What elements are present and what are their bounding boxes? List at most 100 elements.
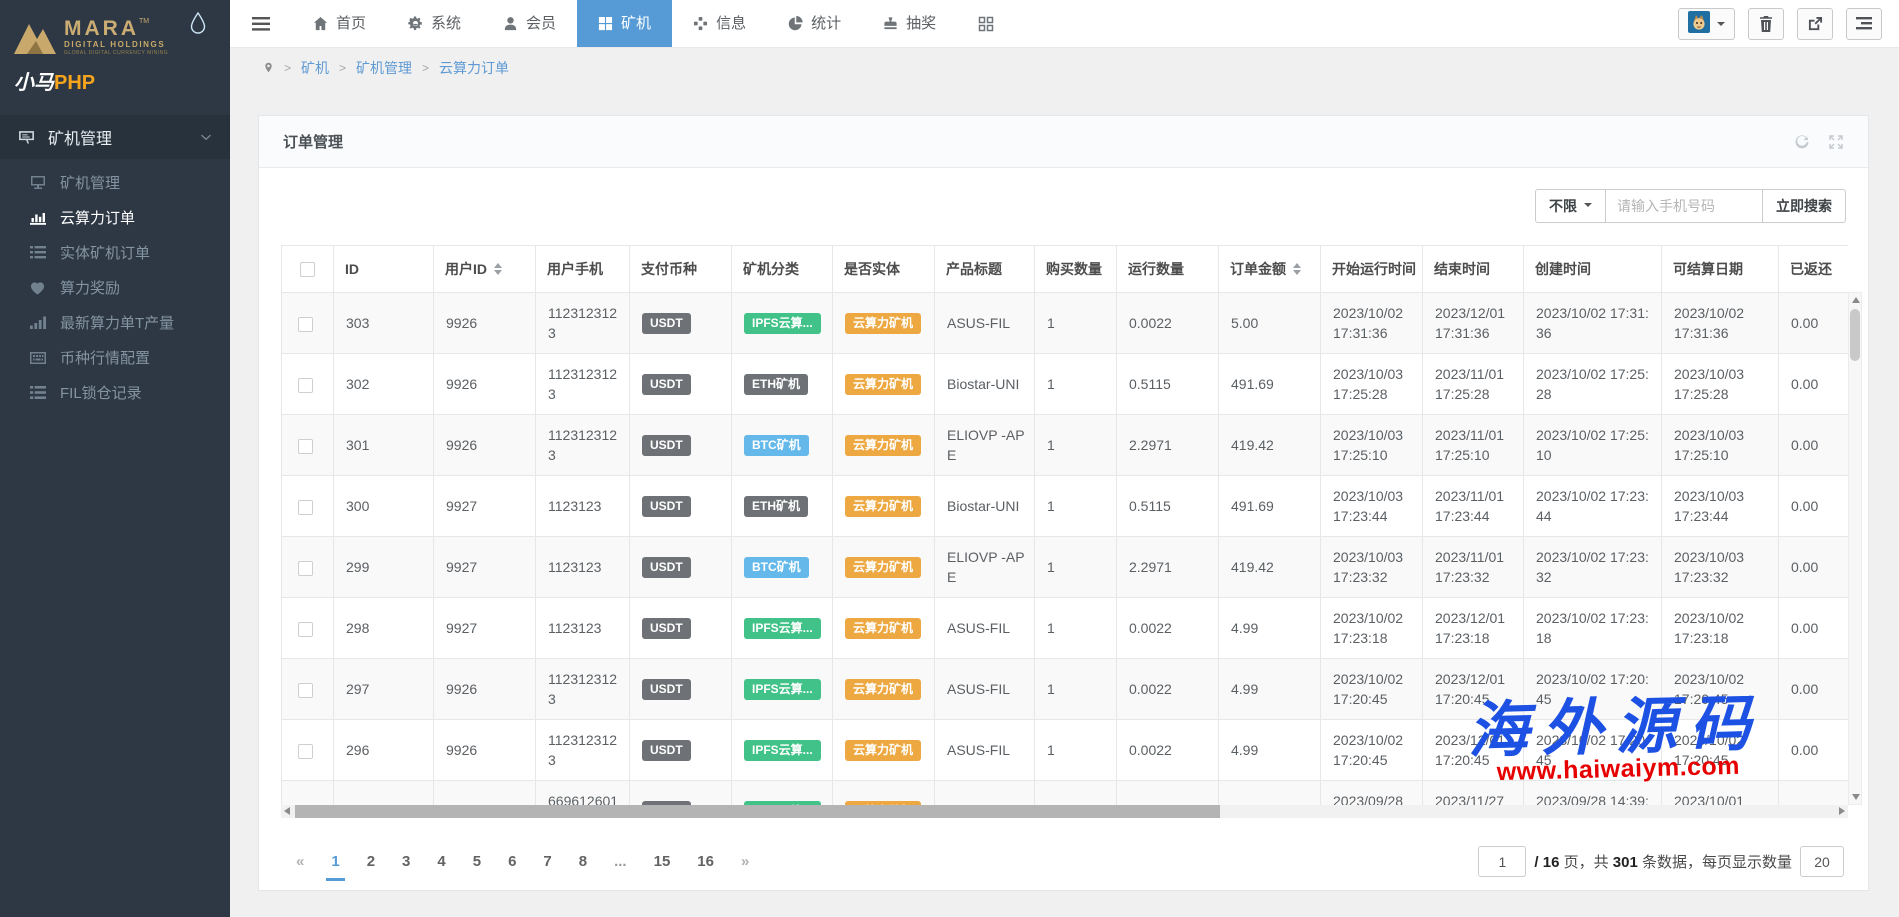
nav-item-stats[interactable]: 统计 <box>767 0 862 47</box>
scroll-down-arrow-icon[interactable] <box>1852 794 1860 800</box>
page-16[interactable]: 16 <box>697 853 714 870</box>
page-3[interactable]: 3 <box>402 853 410 870</box>
row-checkbox[interactable] <box>298 378 313 393</box>
page-ellipsis: ... <box>614 853 627 870</box>
sidebar-item-entity-order[interactable]: 实体矿机订单 <box>0 235 230 270</box>
table-row: 303 9926 1123123123 USDT IPFS云算... 云算力矿机… <box>282 293 1849 354</box>
row-checkbox[interactable] <box>298 622 313 637</box>
signal-icon <box>30 316 48 329</box>
hamburger-icon[interactable] <box>230 0 292 47</box>
nav-item-member[interactable]: 会员 <box>482 0 577 47</box>
coin-badge: USDT <box>642 496 691 517</box>
sidebar-item-fil-lock[interactable]: FIL锁仓记录 <box>0 375 230 410</box>
page-2[interactable]: 2 <box>367 853 375 870</box>
home-icon <box>313 16 328 31</box>
column-user-id[interactable]: 用户ID <box>434 246 536 293</box>
nav-item-apps[interactable] <box>957 0 1015 47</box>
page-8[interactable]: 8 <box>579 853 587 870</box>
brand-subtitle: DIGITAL HOLDINGS <box>64 41 168 49</box>
panel-tools <box>1794 134 1844 150</box>
nav-item-home[interactable]: 首页 <box>292 0 387 47</box>
caret-down-icon <box>1717 22 1725 30</box>
page-size-input[interactable] <box>1800 846 1844 877</box>
column-category: 矿机分类 <box>732 246 833 293</box>
vertical-scroll-thumb[interactable] <box>1850 309 1860 361</box>
brand-logo: MARATM DIGITAL HOLDINGS GLOBAL DIGITAL C… <box>12 18 216 61</box>
chevron-down-icon <box>200 131 212 143</box>
column-title: 产品标题 <box>935 246 1035 293</box>
coin-badge: USDT <box>642 435 691 456</box>
select-all-checkbox[interactable] <box>300 262 315 277</box>
breadcrumb-link[interactable]: 云算力订单 <box>439 58 509 78</box>
page-7[interactable]: 7 <box>543 853 551 870</box>
panel-title: 订单管理 <box>283 131 343 152</box>
breadcrumb-link[interactable]: 矿机管理 <box>356 58 412 78</box>
row-checkbox[interactable] <box>298 317 313 332</box>
caret-down-icon <box>1584 203 1592 211</box>
category-badge: ETH矿机 <box>744 496 808 517</box>
scroll-up-arrow-icon[interactable] <box>1852 297 1860 303</box>
search-submit-button[interactable]: 立即搜索 <box>1762 189 1846 223</box>
trash-button[interactable] <box>1748 8 1784 40</box>
column-amount[interactable]: 订单金额 <box>1219 246 1321 293</box>
external-link-button[interactable] <box>1797 8 1833 40</box>
vertical-scrollbar[interactable] <box>1848 292 1862 805</box>
log-button[interactable] <box>1846 8 1882 40</box>
pagination-info: / 16 页，共 301 条数据，每页显示数量 <box>1478 846 1844 877</box>
user-menu-button[interactable] <box>1678 8 1735 40</box>
page-next[interactable]: » <box>741 853 749 870</box>
bar-chart-icon <box>30 211 48 225</box>
monitor-icon <box>30 176 48 190</box>
topnav-items: 首页 系统 会员 矿机 信息 统计 抽奖 <box>292 0 1015 47</box>
refresh-icon[interactable] <box>1794 134 1810 150</box>
row-checkbox[interactable] <box>298 439 313 454</box>
phone-search-input[interactable] <box>1605 189 1763 223</box>
sort-icon <box>1293 263 1301 275</box>
page-5[interactable]: 5 <box>473 853 481 870</box>
nav-item-lottery[interactable]: 抽奖 <box>862 0 957 47</box>
sidebar-item-latest-output[interactable]: 最新算力单T产量 <box>0 305 230 340</box>
page-prev[interactable]: « <box>296 853 304 870</box>
current-page-input[interactable] <box>1478 846 1526 877</box>
sidebar-item-miner-manage[interactable]: 矿机管理 <box>0 165 230 200</box>
row-checkbox[interactable] <box>298 500 313 515</box>
table-row: 296 9926 1123123123 USDT IPFS云算... 云算力矿机… <box>282 720 1849 781</box>
category-badge: IPFS云算... <box>744 313 821 334</box>
breadcrumb-link[interactable]: 矿机 <box>301 58 329 78</box>
page-6[interactable]: 6 <box>508 853 516 870</box>
horizontal-scrollbar[interactable] <box>281 805 1848 818</box>
entity-badge: 云算力矿机 <box>845 679 921 700</box>
sidebar-item-power-reward[interactable]: 算力奖励 <box>0 270 230 305</box>
row-checkbox[interactable] <box>298 561 313 576</box>
row-checkbox[interactable] <box>298 744 313 759</box>
map-marker-icon <box>263 60 274 75</box>
nav-item-system[interactable]: 系统 <box>387 0 482 47</box>
total-pages: 16 <box>1543 854 1560 871</box>
coin-badge: USDT <box>642 374 691 395</box>
sidebar-item-cloud-order[interactable]: 云算力订单 <box>0 200 230 235</box>
page-1[interactable]: 1 <box>331 853 339 870</box>
topnav-buttons <box>1748 8 1882 40</box>
scroll-right-arrow-icon[interactable] <box>1839 807 1845 815</box>
scroll-left-arrow-icon[interactable] <box>284 807 290 815</box>
order-panel: 订单管理 不限 立即搜索 <box>258 115 1869 891</box>
column-id: ID <box>334 246 434 293</box>
sidebar-group-miner-manage[interactable]: 矿机管理 <box>0 115 230 159</box>
horizontal-scroll-thumb[interactable] <box>295 805 1220 818</box>
page-15[interactable]: 15 <box>654 853 671 870</box>
coin-badge: USDT <box>642 557 691 578</box>
sidebar-menu: 矿机管理 矿机管理 云算力订单 实体矿机订单 算力奖励 最新算力单T产量 币种行… <box>0 115 230 410</box>
column-end-time: 结束时间 <box>1423 246 1524 293</box>
keyboard-icon <box>30 352 48 364</box>
coin-badge: USDT <box>642 313 691 334</box>
external-link-icon <box>1808 16 1823 31</box>
nav-item-info[interactable]: 信息 <box>672 0 767 47</box>
row-checkbox[interactable] <box>298 683 313 698</box>
nav-item-miner[interactable]: 矿机 <box>577 0 672 47</box>
sidebar-item-coin-config[interactable]: 币种行情配置 <box>0 340 230 375</box>
page-4[interactable]: 4 <box>437 853 445 870</box>
filter-dropdown-button[interactable]: 不限 <box>1535 189 1606 223</box>
column-settle-date: 可结算日期 <box>1662 246 1779 293</box>
th-icon <box>978 16 994 32</box>
expand-icon[interactable] <box>1828 134 1844 150</box>
